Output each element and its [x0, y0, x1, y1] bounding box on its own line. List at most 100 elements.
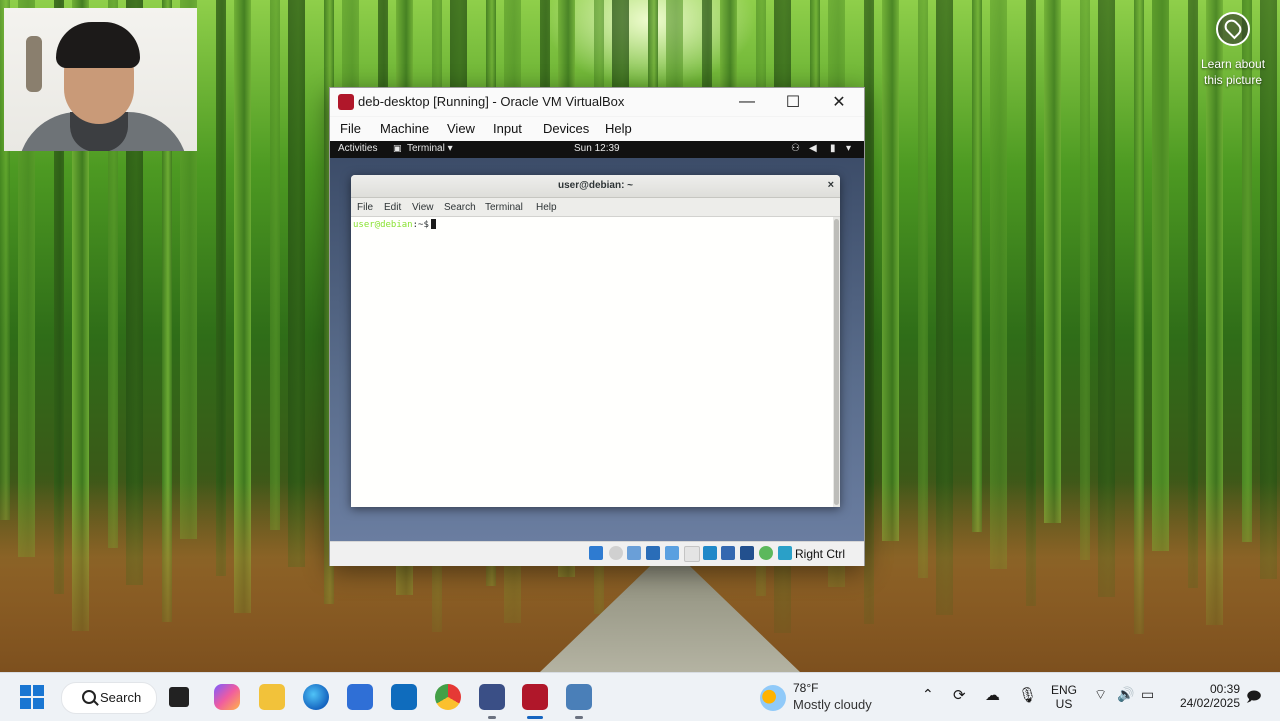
- volume-icon[interactable]: ◀: [809, 143, 817, 154]
- network-icon[interactable]: [646, 546, 660, 560]
- terminal-window: user@debian: ~ × File Edit View Search T…: [351, 175, 840, 507]
- onedrive-icon[interactable]: ☁: [985, 686, 1000, 704]
- terminal-close-icon[interactable]: ×: [828, 179, 834, 191]
- microphone-icon[interactable]: 🎙: [1018, 686, 1037, 704]
- terminal-menu-file[interactable]: File: [357, 202, 373, 213]
- virtualbox-app-icon: [338, 94, 354, 110]
- file-explorer-icon[interactable]: [259, 684, 285, 710]
- bamboo-stalk: [270, 0, 280, 530]
- cpu-icon[interactable]: [740, 546, 754, 560]
- task-view-icon[interactable]: [169, 687, 189, 707]
- bamboo-stalk: [882, 0, 899, 541]
- vbox-titlebar[interactable]: deb-desktop [Running] - Oracle VM Virtua…: [330, 88, 864, 116]
- audio-icon[interactable]: [627, 546, 641, 560]
- debian-vm-icon[interactable]: [522, 684, 548, 710]
- vbox-menu-view[interactable]: View: [447, 121, 475, 136]
- learn-about-picture[interactable]: Learn about this picture: [1198, 12, 1268, 88]
- vbox-window-title: deb-desktop [Running] - Oracle VM Virtua…: [358, 94, 625, 109]
- network-icon[interactable]: ⚇: [791, 143, 800, 154]
- host-key-label: Right Ctrl: [795, 547, 846, 561]
- webcam-background-object: [26, 36, 42, 92]
- activities-button[interactable]: Activities: [338, 143, 377, 154]
- hard-disk-icon[interactable]: [589, 546, 603, 560]
- weather-temperature: 78°F: [793, 681, 819, 695]
- battery-icon[interactable]: ▮: [830, 143, 836, 154]
- sync-icon[interactable]: ⟳: [953, 686, 966, 704]
- webcam-overlay: [4, 8, 197, 151]
- remote-desktop-icon[interactable]: [566, 684, 592, 710]
- vbox-menu-input[interactable]: Input: [493, 121, 522, 136]
- language-indicator[interactable]: ENG US: [1047, 683, 1081, 711]
- bamboo-stalk: [972, 0, 982, 532]
- location-pin-icon[interactable]: [1216, 12, 1250, 46]
- terminal-menu-edit[interactable]: Edit: [384, 202, 401, 213]
- taskbar-clock[interactable]: 00:39 24/02/2025: [1170, 682, 1240, 710]
- battery-charging-icon[interactable]: ▭: [1141, 686, 1154, 703]
- terminal-scrollbar-thumb[interactable]: [834, 219, 839, 505]
- shared-folder-icon[interactable]: [684, 546, 700, 562]
- maximize-button[interactable]: ☐: [770, 88, 816, 116]
- running-indicator: [575, 716, 583, 719]
- partly-cloudy-icon: [760, 685, 786, 711]
- terminal-menu-terminal[interactable]: Terminal: [485, 202, 523, 213]
- clock-date: 24/02/2025: [1179, 696, 1240, 710]
- terminal-cursor: [430, 219, 436, 229]
- terminal-menu-search[interactable]: Search: [444, 202, 476, 213]
- virtualbox-window: deb-desktop [Running] - Oracle VM Virtua…: [329, 87, 865, 566]
- weather-condition: Mostly cloudy: [793, 697, 872, 712]
- guest-additions-icon[interactable]: [759, 546, 773, 560]
- video-capture-icon[interactable]: [721, 546, 735, 560]
- language-code: ENG: [1050, 683, 1077, 697]
- terminal-menu-view[interactable]: View: [412, 202, 434, 213]
- virtualbox-manager-icon[interactable]: [479, 684, 505, 710]
- keyboard-layout: US: [1055, 697, 1073, 711]
- windows-taskbar: Search 78°F Mostly cloudy ⌃ ⟳ ☁ 🎙 ENG US…: [0, 672, 1280, 721]
- vbox-menu-machine[interactable]: Machine: [380, 121, 429, 136]
- terminal-titlebar[interactable]: user@debian: ~ ×: [351, 175, 840, 198]
- vbox-statusbar: Right Ctrl: [330, 541, 864, 566]
- bamboo-stalk: [1044, 0, 1061, 523]
- vbox-menu-devices[interactable]: Devices: [543, 121, 589, 136]
- terminal-title: user@debian: ~: [557, 180, 634, 191]
- active-indicator: [527, 716, 543, 719]
- running-indicator: [488, 716, 496, 719]
- outlook-icon[interactable]: [391, 684, 417, 710]
- bamboo-stalk: [1152, 0, 1169, 551]
- taskbar-search[interactable]: Search: [61, 682, 157, 714]
- vbox-menu-help[interactable]: Help: [605, 121, 632, 136]
- gnome-top-bar: Activities ▣ Terminal ▾ Sun 12:39 ⚇ ◀ ▮ …: [330, 141, 864, 158]
- mouse-integration-icon[interactable]: [778, 546, 792, 560]
- close-button[interactable]: ✕: [816, 88, 862, 116]
- usb-icon[interactable]: [665, 546, 679, 560]
- edge-browser-icon[interactable]: [303, 684, 329, 710]
- prompt-user: user@debian: [353, 220, 413, 230]
- terminal-app-icon: ▣: [393, 143, 402, 153]
- guest-display[interactable]: Activities ▣ Terminal ▾ Sun 12:39 ⚇ ◀ ▮ …: [330, 141, 864, 541]
- microsoft-store-icon[interactable]: [347, 684, 373, 710]
- vbox-menubar: File Machine View Input Devices Help: [330, 117, 864, 142]
- webcam-person-hair: [56, 22, 140, 68]
- display-icon[interactable]: [703, 546, 717, 560]
- terminal-menu-help[interactable]: Help: [536, 202, 557, 213]
- taskbar-search-label: Search: [100, 690, 142, 705]
- chrome-icon[interactable]: [435, 684, 461, 710]
- terminal-scrollbar[interactable]: [833, 217, 840, 507]
- terminal-menubar: File Edit View Search Terminal Help: [351, 198, 840, 217]
- gnome-clock[interactable]: Sun 12:39: [574, 143, 620, 154]
- terminal-output[interactable]: user@debian:~$: [351, 217, 833, 507]
- start-button[interactable]: [20, 685, 44, 709]
- vbox-menu-file[interactable]: File: [340, 121, 361, 136]
- optical-drive-icon[interactable]: [609, 546, 623, 560]
- minimize-button[interactable]: —: [724, 88, 770, 116]
- terminal-prompt: user@debian:~$: [353, 219, 436, 230]
- show-hidden-icons-chevron-icon[interactable]: ⌃: [922, 686, 934, 703]
- prompt-path: :~$: [412, 220, 429, 230]
- volume-icon[interactable]: 🔊: [1117, 686, 1134, 703]
- system-menu-arrow-icon[interactable]: ▾: [846, 143, 851, 154]
- clock-time: 00:39: [1209, 682, 1240, 696]
- notifications-icon[interactable]: 🗩: [1246, 686, 1262, 710]
- wifi-icon[interactable]: ⌔: [1094, 686, 1107, 704]
- search-icon: [82, 690, 96, 704]
- copilot-icon[interactable]: [214, 684, 240, 710]
- app-menu-terminal[interactable]: Terminal ▾: [407, 143, 453, 154]
